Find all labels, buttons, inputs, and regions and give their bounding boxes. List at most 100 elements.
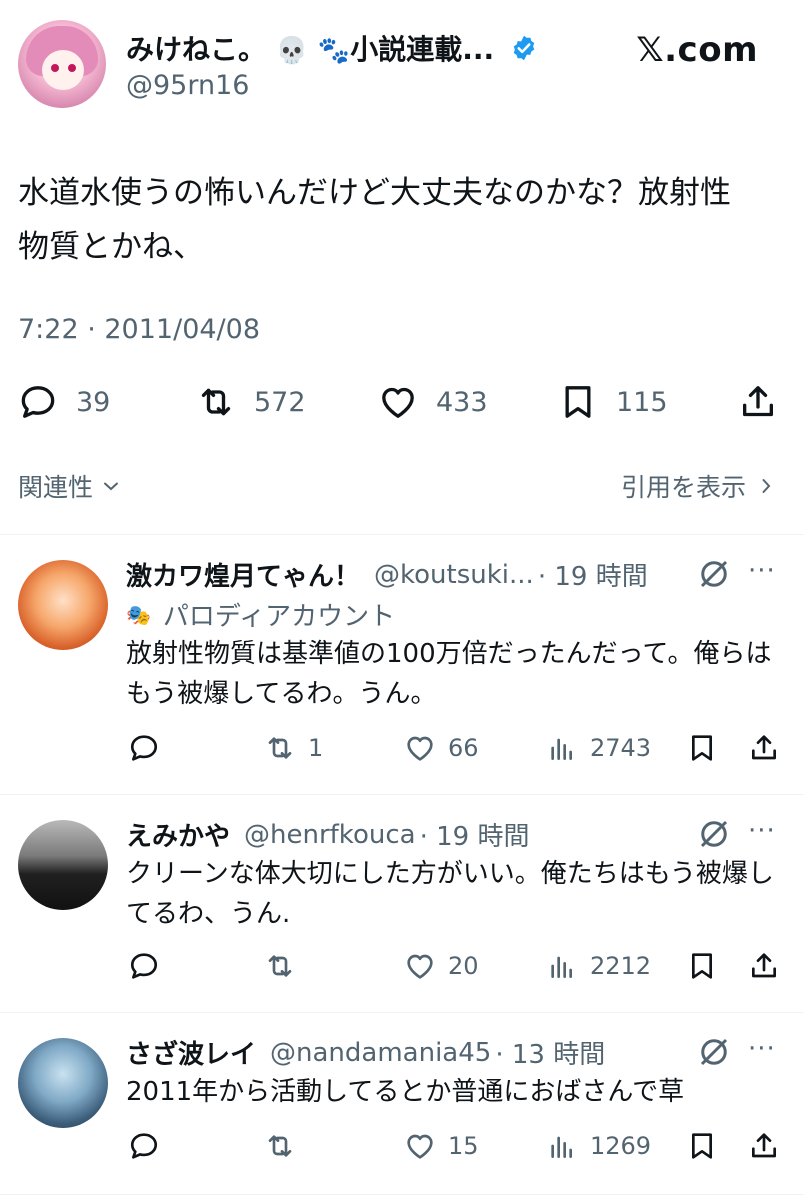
reply-button[interactable] bbox=[128, 728, 160, 768]
reply-filter-row: 関連性 引用を表示 bbox=[0, 462, 804, 508]
tweet-text: 水道水使うの怖いんだけど大丈夫なのかな？放射性 物質とかね、 bbox=[18, 166, 788, 274]
retweet-button[interactable] bbox=[264, 946, 296, 986]
reply-time[interactable]: · 19 時間 bbox=[538, 556, 648, 593]
tweet-text-line-1: 水道水使うの怖いんだけど大丈夫なのかな？放射性 bbox=[18, 175, 731, 211]
more-options-icon[interactable]: ··· bbox=[748, 1034, 776, 1064]
views-button[interactable]: 1269 bbox=[546, 1126, 651, 1166]
more-options-icon[interactable]: ··· bbox=[748, 556, 776, 586]
reply-icon bbox=[21, 386, 55, 418]
reply-button[interactable] bbox=[128, 946, 160, 986]
divider bbox=[0, 1194, 804, 1195]
share-button[interactable] bbox=[748, 946, 780, 986]
reply-item[interactable]: えみかや @henrfkouca · 19 時間 ··· クリーンな体大切にした… bbox=[0, 794, 804, 1012]
reply-text: 放射性物質は基準値の100万倍だったんだって。俺らはもう被爆してるわ。うん。 bbox=[126, 639, 772, 709]
bookmark-icon bbox=[692, 1133, 712, 1159]
reply-time[interactable]: · 19 時間 bbox=[420, 816, 530, 853]
share-button[interactable] bbox=[738, 376, 778, 428]
view-count: 1269 bbox=[590, 1132, 652, 1160]
parody-account-badge: 🎭 パロディアカウント bbox=[126, 596, 395, 633]
bookmark-button[interactable] bbox=[686, 946, 718, 986]
reply-text: クリーンな体大切にした方がいい。俺たちはもう被爆してるわ、うん. bbox=[126, 859, 774, 929]
reply-item[interactable]: さざ波レイ @nandamania45 · 13 時間 ··· 2011年から活… bbox=[0, 1012, 804, 1200]
retweet-button[interactable] bbox=[264, 1126, 296, 1166]
bookmark-button[interactable]: 115 bbox=[558, 376, 668, 428]
heart-icon bbox=[407, 736, 433, 761]
retweet-icon bbox=[268, 955, 292, 977]
reply-handle[interactable]: @koutsuki... bbox=[374, 560, 534, 590]
bookmark-icon bbox=[565, 386, 591, 418]
retweet-button[interactable]: 572 bbox=[196, 376, 306, 428]
view-count: 2212 bbox=[590, 952, 652, 980]
views-button[interactable]: 2743 bbox=[546, 728, 651, 768]
relevance-sort-dropdown[interactable]: 関連性 bbox=[18, 468, 123, 504]
retweet-count: 572 bbox=[254, 386, 306, 418]
bookmark-button[interactable] bbox=[686, 1126, 718, 1166]
quotes-label: 引用を表示 bbox=[620, 473, 746, 502]
bookmark-count: 115 bbox=[616, 386, 668, 418]
parody-label: パロディアカウント bbox=[162, 602, 396, 632]
reply-display-name[interactable]: 激カワ煌月てゃん！ bbox=[126, 556, 360, 593]
more-options-icon[interactable]: ··· bbox=[748, 816, 776, 846]
reply-icon bbox=[130, 1133, 158, 1159]
views-button[interactable]: 2212 bbox=[546, 946, 651, 986]
retweet-button[interactable]: 1 bbox=[264, 728, 323, 768]
reply-avatar[interactable] bbox=[18, 560, 108, 650]
like-count: 66 bbox=[448, 734, 479, 762]
reply-handle[interactable]: @henrfkouca bbox=[244, 820, 416, 850]
share-icon bbox=[743, 386, 773, 417]
views-chart-icon bbox=[551, 1136, 572, 1158]
view-count: 2743 bbox=[590, 734, 652, 762]
reply-action-bar: 15 1269 bbox=[0, 1126, 804, 1166]
retweet-icon bbox=[268, 737, 292, 759]
reply-display-name[interactable]: えみかや bbox=[126, 816, 230, 853]
like-count: 20 bbox=[448, 952, 479, 980]
reply-name-line: えみかや @henrfkouca · 19 時間 bbox=[126, 816, 529, 853]
reply-button[interactable]: 39 bbox=[18, 376, 110, 428]
grok-icon[interactable] bbox=[696, 556, 732, 592]
bookmark-icon bbox=[692, 735, 712, 761]
reply-display-name[interactable]: さざ波レイ bbox=[126, 1034, 256, 1071]
grok-icon[interactable] bbox=[696, 1034, 732, 1070]
reply-action-bar: 20 2212 bbox=[0, 946, 804, 986]
reply-avatar[interactable] bbox=[18, 820, 108, 910]
tweet-text-line-2: 物質とかね、 bbox=[18, 229, 204, 265]
chevron-down-icon bbox=[104, 482, 119, 491]
like-button[interactable]: 15 bbox=[404, 1126, 479, 1166]
reply-time[interactable]: · 13 時間 bbox=[495, 1034, 605, 1071]
author-handle[interactable]: @95rn16 bbox=[126, 70, 249, 101]
reply-handle[interactable]: @nandamania45 bbox=[270, 1038, 491, 1068]
reply-avatar[interactable] bbox=[18, 1038, 108, 1128]
like-button[interactable]: 20 bbox=[404, 946, 479, 986]
reply-action-bar: 1 66 2743 bbox=[0, 728, 804, 768]
heart-icon bbox=[407, 954, 433, 979]
like-button[interactable]: 66 bbox=[404, 728, 479, 768]
share-button[interactable] bbox=[748, 728, 780, 768]
reply-name-line: 激カワ煌月てゃん！ @koutsuki... · 19 時間 bbox=[126, 556, 648, 593]
author-avatar[interactable] bbox=[18, 20, 106, 108]
paw-prints-emoji-icon: 🐾 bbox=[317, 36, 351, 66]
retweet-icon bbox=[268, 1135, 292, 1157]
views-chart-icon bbox=[551, 738, 572, 760]
author-display-name[interactable]: みけねこ。 💀 🐾小説連載... bbox=[126, 28, 538, 68]
bookmark-button[interactable] bbox=[686, 728, 718, 768]
reply-icon bbox=[130, 953, 158, 979]
view-quotes-link[interactable]: 引用を表示 bbox=[621, 468, 778, 504]
reply-text: 2011年から活動してるとか普通におばさんで草 bbox=[126, 1077, 685, 1107]
reply-item[interactable]: 激カワ煌月てゃん！ @koutsuki... · 19 時間 ··· 🎭 パロデ… bbox=[0, 534, 804, 794]
retweet-icon bbox=[201, 388, 231, 416]
views-chart-icon bbox=[551, 956, 572, 978]
reply-button[interactable] bbox=[128, 1126, 160, 1166]
parody-mask-icon: 🎭 bbox=[126, 602, 151, 627]
relevance-label: 関連性 bbox=[18, 473, 94, 502]
author-name-text: みけねこ。 bbox=[126, 33, 267, 66]
bookmark-icon bbox=[692, 953, 712, 979]
heart-icon bbox=[382, 387, 414, 418]
tweet-action-bar: 39 572 433 115 bbox=[0, 376, 804, 428]
retweet-count: 1 bbox=[308, 734, 324, 762]
grok-icon[interactable] bbox=[696, 816, 732, 852]
share-button[interactable] bbox=[748, 1126, 780, 1166]
reply-name-line: さざ波レイ @nandamania45 · 13 時間 bbox=[126, 1034, 605, 1071]
like-button[interactable]: 433 bbox=[378, 376, 488, 428]
tweet-timestamp[interactable]: 7:22 · 2011/04/08 bbox=[18, 314, 260, 345]
reply-icon bbox=[130, 735, 158, 761]
